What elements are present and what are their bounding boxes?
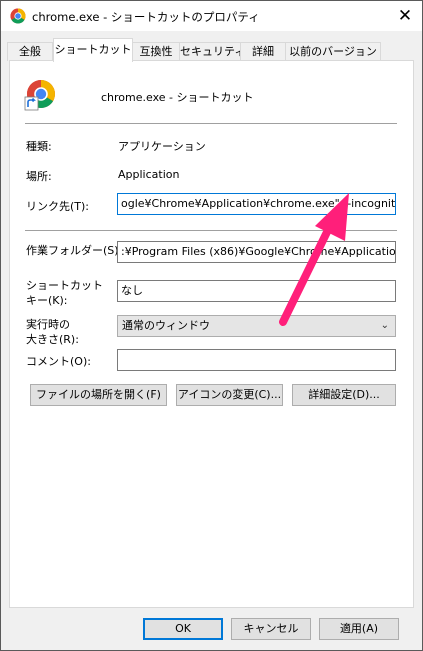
title-bar: chrome.exe - ショートカットのプロパティ ✕ [1,1,422,31]
chrome-icon [10,8,26,24]
target-input[interactable]: ogle¥Chrome¥Application¥chrome.exe" --in… [117,193,396,215]
tab-strip: 全般 ショートカット 互換性 セキュリティ 詳細 以前のバージョン [1,37,422,62]
tab-details[interactable]: 詳細 [240,42,286,61]
hotkey-input[interactable]: なし [117,280,396,302]
comment-input[interactable] [117,349,396,371]
comment-label: コメント(O): [26,355,91,368]
run-label-line1: 実行時の [26,318,70,331]
chrome-shortcut-icon [24,80,55,111]
workdir-value: :¥Program Files (x86)¥Google¥Chrome¥Appl… [121,245,396,258]
target-value: ogle¥Chrome¥Application¥chrome.exe" --in… [121,197,396,210]
apply-button[interactable]: 適用(A) [319,618,399,640]
properties-dialog: chrome.exe - ショートカットのプロパティ ✕ 全般 ショートカット … [0,0,423,651]
shortcut-name: chrome.exe - ショートカット [101,91,254,104]
hotkey-value: なし [121,284,143,297]
tab-shortcut[interactable]: ショートカット [53,38,133,62]
cancel-button[interactable]: キャンセル [231,618,311,640]
tab-previous-versions[interactable]: 以前のバージョン [285,42,381,61]
run-size-value: 通常のウィンドウ [122,319,210,332]
tab-general[interactable]: 全般 [7,42,53,61]
hotkey-label-line1: ショートカット [26,279,103,292]
change-icon-button[interactable]: アイコンの変更(C)... [176,384,283,406]
advanced-button[interactable]: 詳細設定(D)... [292,384,396,406]
ok-button[interactable]: OK [143,618,223,640]
tab-security[interactable]: セキュリティ [179,42,245,61]
hotkey-label-line2: キー(K): [26,294,68,307]
run-size-select[interactable]: 通常のウィンドウ ⌄ [117,315,396,337]
close-icon: ✕ [397,6,413,26]
target-label: リンク先(T): [26,200,90,213]
separator [25,123,397,124]
open-file-location-button[interactable]: ファイルの場所を開く(F) [30,384,167,406]
chevron-down-icon: ⌄ [380,320,389,331]
workdir-label: 作業フォルダー(S): [26,244,123,257]
window-title: chrome.exe - ショートカットのプロパティ [32,10,260,24]
type-label: 種類: [26,140,52,153]
separator [25,230,397,231]
location-label: 場所: [26,170,52,183]
type-value: アプリケーション [118,140,206,153]
workdir-input[interactable]: :¥Program Files (x86)¥Google¥Chrome¥Appl… [117,241,396,263]
close-button[interactable]: ✕ [388,1,422,31]
tab-compatibility[interactable]: 互換性 [132,42,180,61]
location-value: Application [118,168,180,181]
run-label-line2: 大きさ(R): [26,333,79,346]
